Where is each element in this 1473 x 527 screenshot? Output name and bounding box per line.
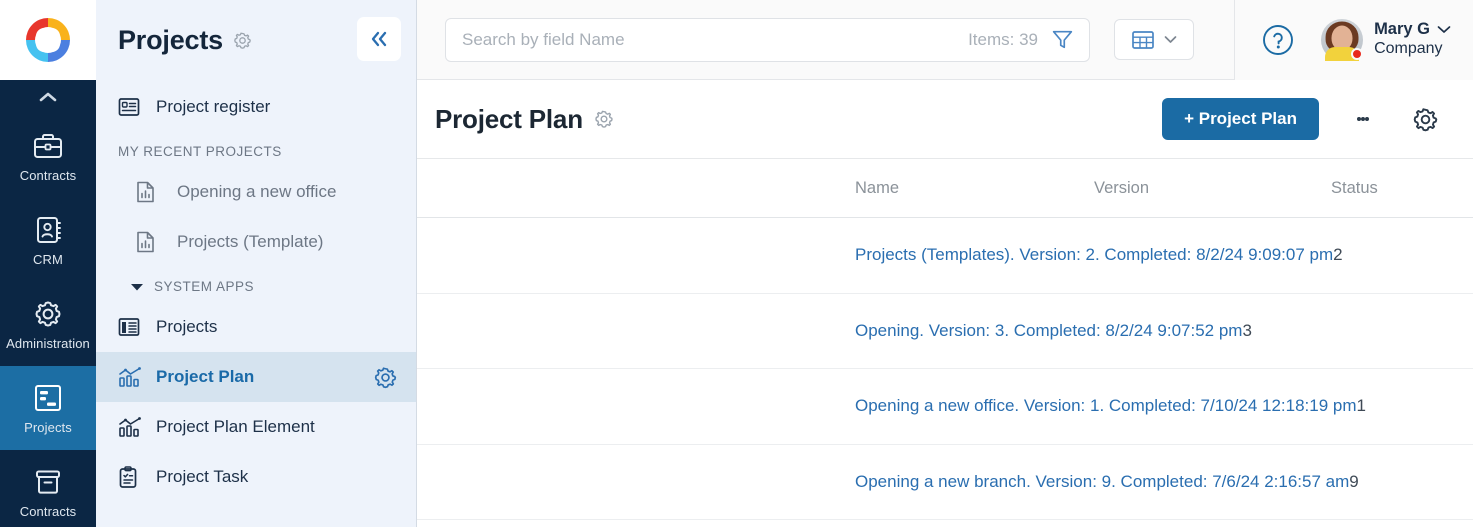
page-title: Project Plan [435,103,583,134]
sidebar-item-label: Opening a new office [177,182,337,201]
user-name: Mary G [1374,20,1430,38]
table-row[interactable]: Projects (Templates). Version: 2. Comple… [417,218,1473,294]
table-row[interactable]: Opening. Version: 3. Completed: 8/2/24 9… [417,294,1473,369]
row-version: 9 [1349,471,1359,491]
sidebar-item-project-plan-element[interactable]: Project Plan Element [96,402,416,452]
top-right-area: Mary G Company [1234,0,1473,80]
rail-item-administration[interactable]: Administration [0,282,96,366]
column-header-status[interactable]: Status [1331,179,1447,198]
rail-label: Projects [24,420,72,435]
sidebar-item-label: Project register [156,97,271,116]
row-name-link[interactable]: Projects (Templates). Version: 2. Comple… [855,245,1333,264]
avatar [1321,18,1364,61]
section-label: MY RECENT PROJECTS [118,144,282,159]
sidebar-section-system-apps[interactable]: SYSTEM APPS [96,267,416,302]
row-version: 2 [1333,245,1343,265]
row-name-link[interactable]: Opening a new branch. Version: 9. Comple… [855,472,1349,491]
briefcase-icon [32,129,64,163]
column-header-name[interactable]: Name [425,179,1094,198]
sidebar-item-label: Project Task [156,467,249,486]
rail-item-crm[interactable]: CRM [0,198,96,282]
rail-label: Administration [6,336,90,351]
rail-item-contracts-archive[interactable]: Contracts [0,450,96,527]
sidebar-item-gear-icon[interactable] [373,365,398,390]
contact-book-icon [33,213,63,247]
status-badge [1351,47,1364,60]
caret-down-icon [130,282,144,292]
items-count-label: Items: 39 [968,29,1038,49]
chevron-down-icon[interactable] [1437,25,1451,34]
rail-label: Contracts [19,504,77,519]
rail-item-contracts[interactable]: Contracts [0,114,96,198]
page-actions: + Project Plan [1162,97,1447,141]
rail-label: Contracts [19,168,77,183]
column-header-version[interactable]: Version [1094,179,1331,198]
user-name-row: Mary G [1374,20,1451,39]
table-row[interactable]: Opening a new branch. Version: 9. Comple… [417,445,1473,520]
search-input[interactable] [462,29,969,50]
view-selector-button[interactable] [1114,19,1194,60]
sidebar-item-project-register[interactable]: Project register [96,82,416,132]
document-chart-icon [136,231,162,253]
page-header: Project Plan + Project Plan [417,80,1473,159]
data-table: Name Version Status Projects (Templates)… [417,159,1473,527]
app-logo[interactable] [0,0,96,80]
rail-item-projects[interactable]: Projects [0,366,96,450]
sidebar-item-label: Projects (Template) [177,232,324,251]
funnel-icon[interactable] [1050,27,1075,52]
sidebar-header: Projects [96,0,416,80]
clipboard-check-icon [118,465,144,489]
sidebar-section-recent: MY RECENT PROJECTS [96,132,416,167]
app-root: Contracts CRM Administration Projects Co… [0,0,1473,527]
gear-icon[interactable] [232,30,253,51]
sidebar-item-projects-template[interactable]: Projects (Template) [96,217,416,267]
gear-icon [32,297,64,331]
sidebar-item-opening-a-new-office[interactable]: Opening a new office [96,167,416,217]
sidebar-item-project-task[interactable]: Project Task [96,452,416,502]
sidebar-collapse-button[interactable] [357,17,401,61]
rail-scroll-up-icon[interactable] [0,80,96,114]
logo-mark [26,18,70,62]
search-field[interactable]: Items: 39 [445,17,1090,62]
page-title-gear-icon[interactable] [593,108,615,130]
section-label: SYSTEM APPS [154,279,255,294]
help-circle-icon[interactable] [1261,23,1295,57]
user-menu[interactable]: Mary G Company [1321,18,1451,61]
nav-sidebar: Projects Project register MY RECENT PROJ… [96,0,417,527]
sidebar-title: Projects [118,24,223,55]
sidebar-item-project-plan[interactable]: Project Plan [96,352,416,402]
top-toolbar: Items: 39 [417,0,1473,80]
more-vertical-icon[interactable] [1341,97,1385,141]
sidebar-item-label: Projects [156,317,218,336]
chart-bars-icon [118,366,144,388]
page-settings-gear-icon[interactable] [1403,97,1447,141]
main-content: Items: 39 [417,0,1473,527]
sidebar-item-projects[interactable]: Projects [96,302,416,352]
row-version: 1 [1356,396,1366,416]
building-icon [118,317,144,337]
user-meta: Mary G Company [1374,20,1451,59]
document-chart-icon [136,181,162,203]
archive-box-icon [33,465,63,499]
project-board-icon [33,381,63,415]
row-version: 3 [1242,320,1252,340]
sidebar-body: Project register MY RECENT PROJECTS Open… [96,80,416,527]
row-name-link[interactable]: Opening a new office. Version: 1. Comple… [855,396,1357,415]
row-name-link[interactable]: Opening. Version: 3. Completed: 8/2/24 9… [855,321,1242,340]
rail-label: CRM [33,252,63,267]
sidebar-item-label: Project Plan Element [156,417,315,436]
project-register-icon [118,97,144,117]
table-row[interactable]: Opening a new office. Version: 1. Comple… [417,369,1473,445]
chart-bars-icon [118,416,144,438]
dot [1365,117,1369,121]
table-view-icon [1131,29,1155,51]
user-org: Company [1374,40,1443,57]
icon-rail: Contracts CRM Administration Projects Co… [0,0,96,527]
chevron-down-icon [1164,35,1177,44]
create-project-plan-button[interactable]: + Project Plan [1162,98,1319,140]
table-header-row: Name Version Status [417,159,1473,218]
sidebar-item-label: Project Plan [156,367,255,386]
double-chevron-left-icon [368,30,390,48]
